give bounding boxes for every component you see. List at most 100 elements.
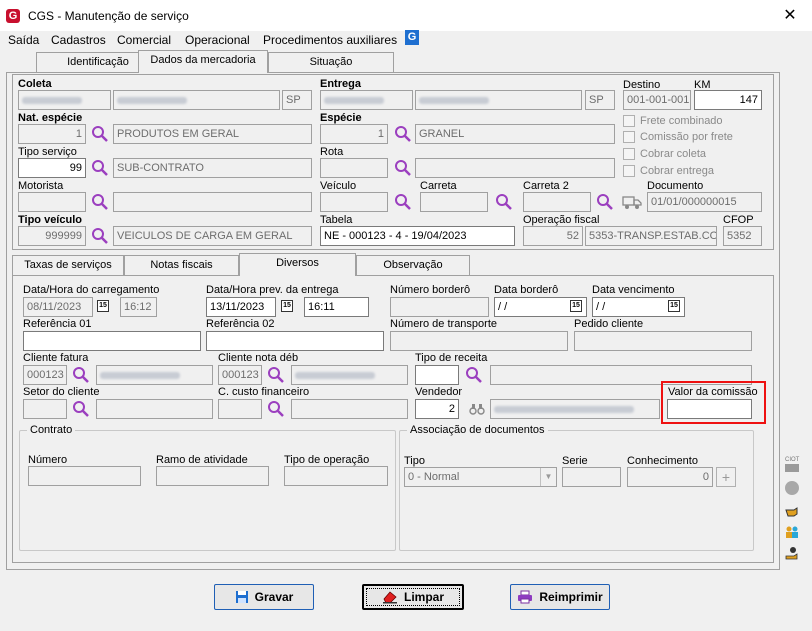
gravar-button[interactable]: Gravar xyxy=(214,584,314,610)
nat-especie-search-icon[interactable] xyxy=(91,125,109,143)
coleta-label: Coleta xyxy=(18,78,52,90)
cobrar-entrega-checkbox[interactable] xyxy=(623,165,635,177)
tipo-servico-search-icon[interactable] xyxy=(91,159,109,177)
veiculo-field[interactable] xyxy=(320,192,388,212)
cliente-nota-code-field: 000123 xyxy=(218,365,262,385)
tab-notas-fiscais[interactable]: Notas fiscais xyxy=(124,255,239,276)
prev-entrega-date-field[interactable]: 13/11/2023 xyxy=(206,297,276,317)
data-vencimento-calendar-icon[interactable]: 15 xyxy=(668,300,680,312)
menu-procedimentos[interactable]: Procedimentos auxiliares xyxy=(263,33,397,47)
coleta-code-field xyxy=(18,90,111,110)
tab-taxas-servicos[interactable]: Taxas de serviços xyxy=(12,255,124,276)
nat-especie-label: Nat. espécie xyxy=(18,112,83,124)
tipo-veiculo-search-icon[interactable] xyxy=(91,227,109,245)
menu-cadastros[interactable]: Cadastros xyxy=(51,33,106,47)
operacao-fiscal-label: Operação fiscal xyxy=(523,214,600,226)
close-button[interactable]: ✕ xyxy=(778,5,802,25)
tipo-veiculo-code-field: 999999 xyxy=(18,226,86,246)
reimprimir-label: Reimprimir xyxy=(539,590,603,604)
motorista-search-icon[interactable] xyxy=(91,193,109,211)
assoc-conhecimento-field: 0 xyxy=(627,467,713,487)
chevron-down-icon[interactable]: ▼ xyxy=(540,468,556,486)
people-icon[interactable] xyxy=(785,525,799,539)
circle-icon[interactable] xyxy=(785,481,799,495)
custo-financeiro-code-field xyxy=(218,399,262,419)
tipo-veiculo-label: Tipo veículo xyxy=(18,214,82,226)
comissao-frete-label: Comissão por frete xyxy=(640,131,733,143)
numero-bordero-label: Número borderô xyxy=(390,284,471,296)
tab-dados-mercadoria[interactable]: Dados da mercadoria xyxy=(138,50,268,73)
limpar-button[interactable]: Limpar xyxy=(362,584,464,610)
associacao-group xyxy=(399,430,754,551)
km-field[interactable]: 147 xyxy=(694,90,762,110)
veiculo-search-icon[interactable] xyxy=(394,193,412,211)
prev-entrega-time-field[interactable]: 16:11 xyxy=(304,297,369,317)
operacao-fiscal-code-field: 52 xyxy=(523,226,583,246)
tipo-receita-search-icon[interactable] xyxy=(465,366,483,384)
tab-situacao[interactable]: Situação xyxy=(268,52,394,73)
tab-diversos[interactable]: Diversos xyxy=(239,253,356,276)
tipo-receita-label: Tipo de receita xyxy=(415,352,488,364)
setor-cliente-search-icon[interactable] xyxy=(72,400,90,418)
tab-observacao[interactable]: Observação xyxy=(356,255,470,276)
carreta-field[interactable] xyxy=(420,192,488,212)
coleta-name-field xyxy=(113,90,280,110)
tipo-receita-code-field[interactable] xyxy=(415,365,459,385)
referencia01-field[interactable] xyxy=(23,331,201,351)
data-bordero-calendar-icon[interactable]: 15 xyxy=(570,300,582,312)
valor-comissao-field[interactable] xyxy=(667,399,752,419)
truck-icon[interactable] xyxy=(622,194,642,210)
reimprimir-button[interactable]: Reimprimir xyxy=(510,584,610,610)
ciot-icon[interactable] xyxy=(785,464,799,472)
motorista-code-field[interactable] xyxy=(18,192,86,212)
cobrar-coleta-checkbox[interactable] xyxy=(623,148,635,160)
binoculars-icon[interactable] xyxy=(469,402,485,416)
menu-saida[interactable]: Saída xyxy=(8,33,39,47)
vendedor-label: Vendedor xyxy=(415,386,463,398)
cliente-nota-label: Cliente nota déb xyxy=(218,352,299,364)
assoc-tipo-select[interactable]: 0 - Normal xyxy=(404,467,557,487)
frete-combinado-checkbox[interactable] xyxy=(623,115,635,127)
documento-label: Documento xyxy=(647,180,704,192)
vendedor-code-field[interactable]: 2 xyxy=(415,399,459,419)
tipo-veiculo-desc-field: VEICULOS DE CARGA EM GERAL xyxy=(113,226,312,246)
plus-icon[interactable]: + xyxy=(716,467,736,487)
tipo-operacao-field xyxy=(284,466,388,486)
menu-comercial[interactable]: Comercial xyxy=(117,33,171,47)
tipo-servico-code-field[interactable]: 99 xyxy=(18,158,86,178)
especie-search-icon[interactable] xyxy=(394,125,412,143)
motorista-desc-field xyxy=(113,192,312,212)
data-vencimento-label: Data vencimento xyxy=(592,284,675,296)
user-hand-icon[interactable] xyxy=(785,546,799,560)
cliente-fatura-search-icon[interactable] xyxy=(72,366,90,384)
entrega-uf-field: SP xyxy=(585,90,615,110)
carreta2-search-icon[interactable] xyxy=(596,193,614,211)
cliente-fatura-name-field xyxy=(96,365,213,385)
rota-code-field[interactable] xyxy=(320,158,388,178)
carregamento-calendar-icon[interactable]: 15 xyxy=(97,300,109,312)
contrato-group xyxy=(19,430,396,551)
numero-transporte-label: Número de transporte xyxy=(390,318,497,330)
cliente-nota-search-icon[interactable] xyxy=(267,366,285,384)
especie-code-field: 1 xyxy=(320,124,388,144)
cobrar-coleta-label: Cobrar coleta xyxy=(640,148,707,160)
prev-entrega-calendar-icon[interactable]: 15 xyxy=(281,300,293,312)
referencia02-field[interactable] xyxy=(206,331,384,351)
assoc-tipo-value: 0 - Normal xyxy=(408,471,460,483)
limpar-label: Limpar xyxy=(403,590,444,604)
carreta2-field[interactable] xyxy=(523,192,591,212)
g-logo-icon[interactable]: G xyxy=(405,30,419,45)
comissao-frete-checkbox[interactable] xyxy=(623,131,635,143)
carreta-search-icon[interactable] xyxy=(495,193,513,211)
rota-search-icon[interactable] xyxy=(394,159,412,177)
nat-especie-code-field: 1 xyxy=(18,124,86,144)
referencia01-label: Referência 01 xyxy=(23,318,92,330)
tabela-field[interactable]: NE - 000123 - 4 - 19/04/2023 xyxy=(320,226,515,246)
rota-desc-field xyxy=(415,158,615,178)
entrega-name-field xyxy=(415,90,582,110)
cfop-label: CFOP xyxy=(723,214,754,226)
menu-operacional[interactable]: Operacional xyxy=(185,33,250,47)
hand-pointer-icon[interactable] xyxy=(785,504,799,518)
custo-financeiro-search-icon[interactable] xyxy=(267,400,285,418)
assoc-serie-field xyxy=(562,467,621,487)
